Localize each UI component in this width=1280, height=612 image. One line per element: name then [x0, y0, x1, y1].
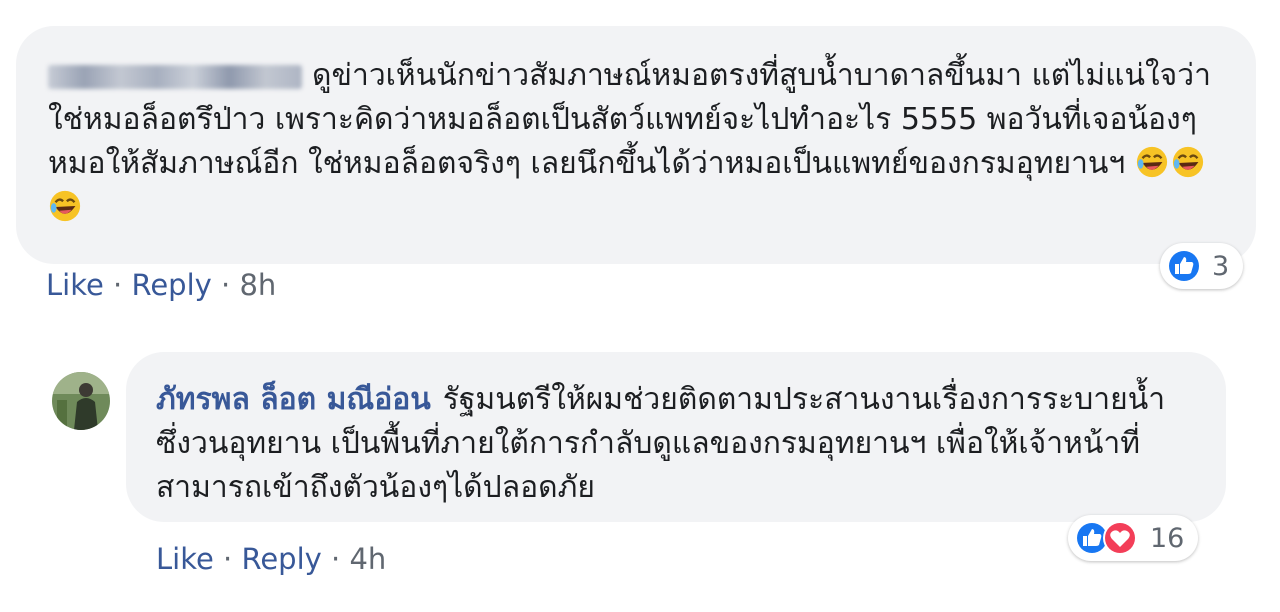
comment-actions-1: Like · Reply · 8h — [46, 268, 276, 302]
reaction-count-2: 16 — [1150, 522, 1185, 554]
comment-bubble-2: ภัทรพล ล็อต มณีอ่อน รัฐมนตรีให้ผมช่วยติดต… — [126, 352, 1226, 522]
separator: · — [223, 542, 233, 576]
like-link-1[interactable]: Like — [46, 268, 104, 302]
reaction-summary-2[interactable]: 16 — [1068, 515, 1199, 561]
comment-actions-2: Like · Reply · 4h — [156, 542, 386, 576]
laughing-emoji-icon — [49, 190, 81, 222]
redacted-author-name — [48, 64, 302, 89]
reaction-count-1: 3 — [1212, 250, 1230, 282]
separator: · — [331, 542, 341, 576]
love-icon — [1103, 521, 1137, 555]
laughing-emoji-icon — [1136, 146, 1167, 178]
like-link-2[interactable]: Like — [156, 542, 214, 576]
timestamp-2[interactable]: 4h — [349, 542, 386, 576]
avatar[interactable] — [52, 372, 110, 430]
like-icon — [1167, 249, 1201, 283]
reaction-summary-1[interactable]: 3 — [1160, 243, 1244, 289]
reply-link-2[interactable]: Reply — [241, 542, 321, 576]
separator: · — [221, 268, 231, 302]
comment-bubble-1: ดูข่าวเห็นนักข่าวสัมภาษณ์หมอตรงที่สูบน้ำ… — [16, 26, 1256, 264]
timestamp-1[interactable]: 8h — [239, 268, 276, 302]
reply-link-1[interactable]: Reply — [131, 268, 211, 302]
laughing-emoji-icon — [1172, 146, 1203, 178]
separator: · — [113, 268, 123, 302]
comment-author-2[interactable]: ภัทรพล ล็อต มณีอ่อน — [156, 382, 431, 417]
